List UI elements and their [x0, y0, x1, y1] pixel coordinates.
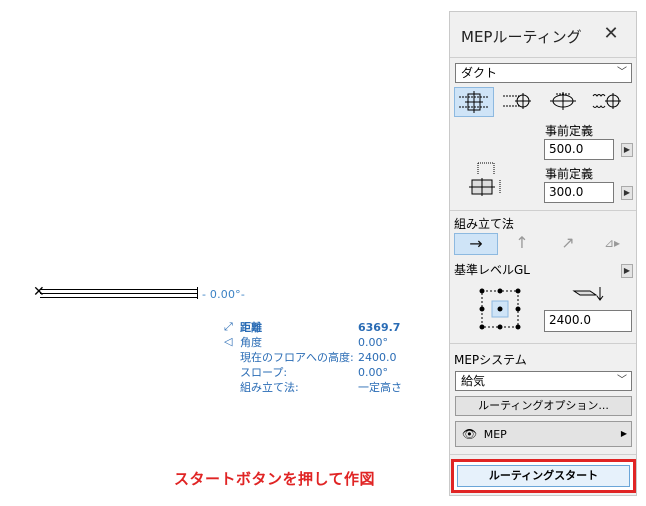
chevron-down-icon: ﹀: [617, 375, 627, 386]
elevation-input[interactable]: 2400.0: [544, 310, 632, 332]
rectangular-duct-icon: [459, 91, 489, 113]
anchor-point-grid-icon[interactable]: [474, 283, 526, 335]
round-duct-icon: [503, 93, 531, 109]
angle-value[interactable]: 0.00°: [358, 335, 388, 350]
flexible-duct-icon: [592, 93, 621, 109]
vertical-assembly-button[interactable]: ↑: [500, 233, 544, 255]
rectangular-duct-button[interactable]: [454, 87, 494, 117]
duct-end-cap: [197, 287, 198, 299]
floor-height-value[interactable]: 2400.0: [358, 350, 397, 365]
round-duct-button[interactable]: [499, 87, 539, 117]
mep-system-value: 給気: [461, 374, 486, 388]
divider: [450, 210, 636, 211]
width-input[interactable]: 500.0: [544, 139, 614, 160]
routing-options-button[interactable]: ルーティングオプション...: [455, 396, 632, 416]
duct-top-edge: [40, 289, 198, 290]
divider: [450, 57, 636, 58]
divider: [450, 343, 636, 344]
duct-size-icon: [469, 162, 501, 196]
mep-routing-palette: MEPルーティング ✕ ダクト ﹀ 事前定義 500.0 ▶ 事前定義 300.…: [449, 11, 637, 496]
predefined-label-width: 事前定義: [545, 124, 594, 138]
angle-label: 角度: [240, 336, 262, 349]
oval-duct-button[interactable]: [544, 87, 584, 117]
predefined-label-height: 事前定義: [545, 167, 594, 181]
sloped-assembly-button[interactable]: ↗: [546, 233, 590, 255]
mep-system-select[interactable]: 給気 ﹀: [455, 371, 632, 391]
layer-label: MEP: [483, 428, 507, 441]
duct-center-line: [40, 293, 198, 294]
assembly-label: 組み立て法:: [240, 381, 299, 394]
horizontal-assembly-button[interactable]: →: [454, 233, 498, 255]
layer-button[interactable]: 👁 MEP ▶: [455, 421, 632, 447]
chevron-down-icon: ﹀: [617, 67, 627, 78]
custom-assembly-button[interactable]: ⊿▸: [590, 233, 634, 255]
distance-value[interactable]: 6369.7: [358, 320, 400, 335]
cursor-cross-icon: ✕: [33, 284, 45, 300]
height-input[interactable]: 300.0: [544, 182, 614, 203]
highlight-frame: ルーティングスタート: [451, 459, 636, 493]
flexible-duct-button[interactable]: [589, 87, 629, 117]
chevron-right-icon: ▶: [620, 429, 627, 438]
type-select[interactable]: ダクト ﹀: [455, 63, 632, 83]
elevation-icon: [572, 287, 604, 301]
assembly-method-label: 組み立て法: [454, 217, 515, 231]
instruction-caption: スタートボタンを押して作図: [174, 470, 376, 488]
duct-bottom-edge: [40, 297, 198, 298]
palette-title: MEPルーティング: [461, 28, 582, 46]
routing-start-button[interactable]: ルーティングスタート: [457, 465, 630, 487]
angle-icon: ◁: [224, 335, 233, 348]
slope-value[interactable]: 0.00°: [358, 365, 388, 380]
distance-icon: ⤢: [224, 320, 233, 333]
slope-label: スロープ:: [240, 366, 288, 379]
assembly-value[interactable]: 一定高さ: [358, 380, 402, 395]
reference-level-arrow-button[interactable]: ▶: [621, 264, 633, 278]
floor-height-label: 現在のフロアへの高度:: [240, 351, 354, 364]
eye-icon: 👁: [462, 427, 478, 441]
type-select-value: ダクト: [461, 66, 498, 80]
close-icon[interactable]: ✕: [601, 24, 621, 44]
oval-duct-icon: [550, 92, 576, 110]
width-arrow-button[interactable]: ▶: [621, 143, 633, 157]
height-arrow-button[interactable]: ▶: [621, 186, 633, 200]
divider: [450, 454, 636, 455]
reference-level-label: 基準レベルGL: [454, 263, 530, 277]
mep-system-label: MEPシステム: [454, 353, 527, 367]
drawing-canvas[interactable]: ✕ - 0.00°- ⤢ 距離 6369.7 ◁ 角度 0.00° 現在のフロア…: [0, 0, 440, 455]
distance-label: 距離: [240, 321, 262, 334]
angle-tag: - 0.00°-: [202, 288, 246, 301]
